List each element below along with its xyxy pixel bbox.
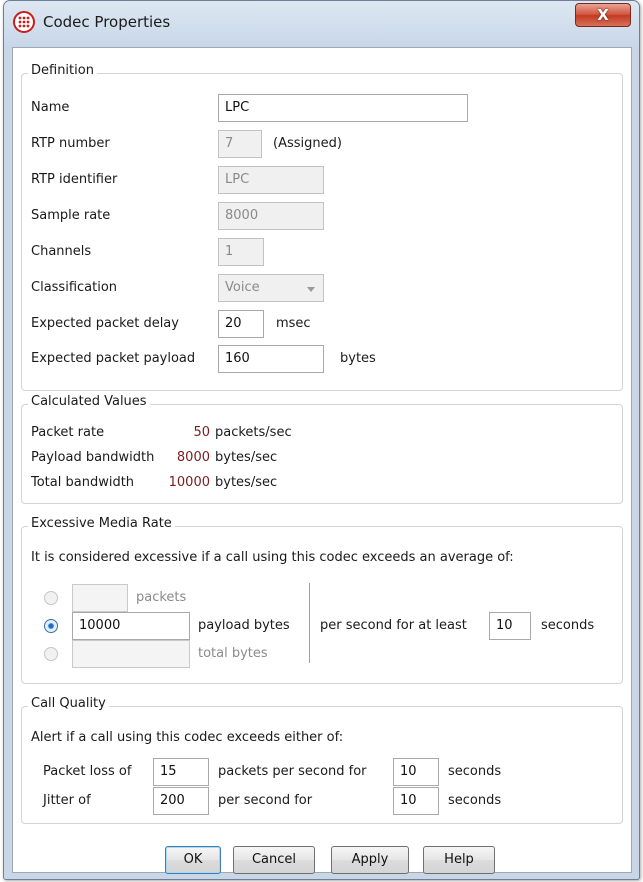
total-bytes-radio[interactable] — [44, 647, 58, 661]
packet-loss-input[interactable]: 15 — [153, 758, 209, 786]
ok-button[interactable]: OK — [165, 846, 221, 874]
packet-loss-rate-label: packets per second for — [218, 764, 367, 779]
packet-loss-seconds-input[interactable]: 10 — [393, 758, 439, 786]
title-bar[interactable]: Codec Properties X — [4, 1, 639, 47]
payload-bandwidth-label: Payload bandwidth — [31, 450, 155, 465]
packet-rate-value: 50 — [193, 425, 210, 440]
total-bandwidth-unit: bytes/sec — [215, 475, 278, 490]
excessive-media-rate-group: Excessive Media Rate It is considered ex… — [21, 516, 623, 684]
rtp-number-input: 7 — [218, 130, 262, 158]
packet-delay-label: Expected packet delay — [31, 316, 179, 331]
packet-payload-unit: bytes — [340, 351, 376, 366]
call-quality-group-title: Call Quality — [28, 696, 109, 711]
total-bandwidth-value: 10000 — [168, 475, 210, 490]
rtp-number-note: (Assigned) — [273, 136, 342, 151]
name-input[interactable]: LPC — [218, 94, 468, 122]
excessive-description: It is considered excessive if a call usi… — [31, 550, 514, 565]
channels-input: 1 — [218, 238, 264, 266]
calculated-values-group: Calculated Values Packet rate 50 packets… — [21, 394, 623, 504]
excessive-seconds-input[interactable]: 10 — [489, 612, 531, 640]
payload-bytes-radio[interactable] — [44, 619, 58, 633]
help-button[interactable]: Help — [423, 846, 495, 874]
rtp-identifier-input: LPC — [218, 166, 324, 194]
packet-payload-input[interactable]: 160 — [218, 345, 324, 373]
sample-rate-label: Sample rate — [31, 208, 111, 223]
excessive-media-rate-group-title: Excessive Media Rate — [28, 516, 175, 531]
close-icon: X — [597, 6, 609, 24]
packet-delay-unit: msec — [276, 316, 311, 331]
codec-properties-dialog: Codec Properties X Definition Name LPC R… — [3, 0, 640, 880]
packet-loss-seconds-label: seconds — [448, 764, 502, 779]
excessive-seconds-label: seconds — [541, 618, 595, 633]
jitter-seconds-input[interactable]: 10 — [393, 787, 439, 815]
packet-loss-label: Packet loss of — [43, 764, 132, 779]
call-quality-group: Call Quality Alert if a call using this … — [21, 696, 623, 824]
dialog-body: Definition Name LPC RTP number 7 (Assign… — [12, 47, 632, 874]
packet-rate-unit: packets/sec — [215, 425, 292, 440]
packets-label: packets — [136, 590, 187, 605]
jitter-input[interactable]: 200 — [153, 787, 209, 815]
packet-payload-label: Expected packet payload — [31, 351, 196, 366]
calculated-values-group-title: Calculated Values — [28, 394, 150, 409]
packets-radio[interactable] — [44, 591, 58, 605]
options-divider — [309, 583, 310, 663]
rtp-identifier-label: RTP identifier — [31, 172, 118, 187]
packet-rate-label: Packet rate — [31, 425, 105, 440]
packets-input[interactable] — [72, 584, 128, 612]
payload-bandwidth-unit: bytes/sec — [215, 450, 278, 465]
window-title: Codec Properties — [43, 13, 171, 31]
classification-value: Voice — [225, 280, 260, 295]
payload-bandwidth-value: 8000 — [176, 450, 210, 465]
packet-delay-input[interactable]: 20 — [218, 310, 264, 338]
cancel-button[interactable]: Cancel — [233, 846, 315, 874]
apply-button[interactable]: Apply — [331, 846, 409, 874]
sample-rate-input: 8000 — [218, 202, 324, 230]
chevron-down-icon — [307, 287, 315, 292]
total-bytes-label: total bytes — [198, 646, 268, 661]
definition-group: Definition Name LPC RTP number 7 (Assign… — [21, 63, 623, 391]
name-label: Name — [31, 100, 70, 115]
payload-bytes-input[interactable]: 10000 — [72, 612, 190, 640]
rtp-number-label: RTP number — [31, 136, 110, 151]
channels-label: Channels — [31, 244, 92, 259]
call-quality-description: Alert if a call using this codec exceeds… — [31, 730, 344, 745]
total-bandwidth-label: Total bandwidth — [31, 475, 135, 490]
payload-bytes-label: payload bytes — [198, 618, 290, 633]
total-bytes-input[interactable] — [72, 640, 190, 668]
close-button[interactable]: X — [575, 3, 631, 27]
classification-select: Voice — [218, 274, 324, 302]
definition-group-title: Definition — [28, 63, 97, 78]
telephone-keypad-icon — [13, 11, 35, 33]
jitter-rate-label: per second for — [218, 793, 313, 808]
jitter-label: Jitter of — [43, 793, 91, 808]
jitter-seconds-label: seconds — [448, 793, 502, 808]
per-second-label: per second for at least — [320, 618, 467, 633]
classification-label: Classification — [31, 280, 118, 295]
